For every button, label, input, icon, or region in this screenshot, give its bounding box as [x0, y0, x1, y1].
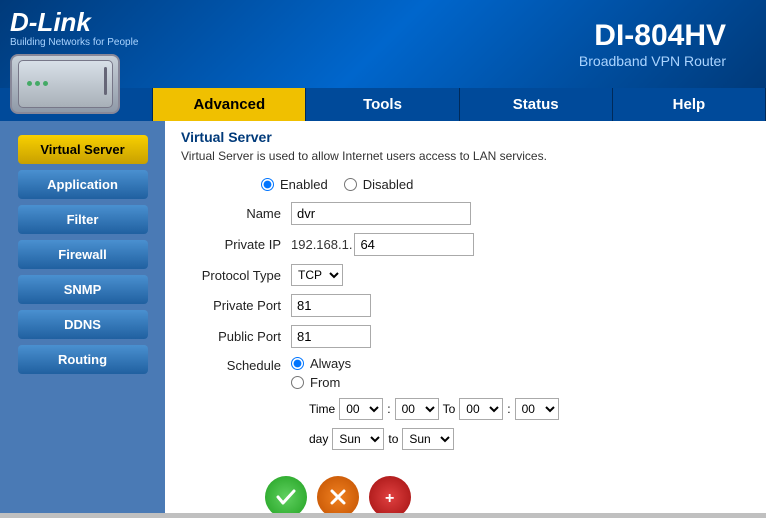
- time-section: Time 0001061218 : 00153045 To 0001061218…: [291, 398, 559, 420]
- sidebar-item-snmp[interactable]: SNMP: [18, 275, 148, 304]
- enabled-radio[interactable]: [261, 178, 274, 191]
- time-min-start[interactable]: 00153045: [395, 398, 439, 420]
- nav-tab-help[interactable]: Help: [613, 88, 766, 121]
- private-port-input[interactable]: 81: [291, 294, 371, 317]
- section-desc: Virtual Server is used to allow Internet…: [165, 147, 766, 173]
- day-label: day: [309, 432, 328, 446]
- nav-tab-tools[interactable]: Tools: [306, 88, 459, 121]
- schedule-options: Always From Time 0001061218 :: [291, 356, 559, 450]
- always-radio[interactable]: [291, 357, 304, 370]
- product-model: DI-804HV: [579, 19, 726, 53]
- help-button[interactable]: + Help: [369, 476, 411, 513]
- always-option[interactable]: Always: [291, 356, 559, 371]
- apply-icon[interactable]: [265, 476, 307, 513]
- help-icon[interactable]: +: [369, 476, 411, 513]
- disabled-radio[interactable]: [344, 178, 357, 191]
- brand-tagline: Building Networks for People: [10, 37, 138, 48]
- from-label: From: [310, 375, 340, 390]
- protocol-label: Protocol Type: [181, 268, 291, 283]
- time-hour-start[interactable]: 0001061218: [339, 398, 383, 420]
- day-start[interactable]: SunMonTueWedThuFriSat: [332, 428, 384, 450]
- sidebar-item-routing[interactable]: Routing: [18, 345, 148, 374]
- nav-tab-advanced[interactable]: Advanced: [153, 88, 306, 121]
- disabled-option[interactable]: Disabled: [344, 177, 414, 192]
- day-end[interactable]: SunMonTueWedThuFriSat: [402, 428, 454, 450]
- public-port-label: Public Port: [181, 329, 291, 344]
- private-ip-label: Private IP: [181, 237, 291, 252]
- time-label: Time: [309, 402, 335, 416]
- product-title: DI-804HV Broadband VPN Router: [579, 19, 726, 69]
- main-layout: Virtual Server Application Filter Firewa…: [0, 121, 766, 513]
- always-label: Always: [310, 356, 351, 371]
- to-label: To: [443, 402, 456, 416]
- form-area: Enabled Disabled Name dvr Private IP 192…: [165, 173, 766, 466]
- apply-button[interactable]: Apply: [265, 476, 307, 513]
- time-hour-end[interactable]: 0001061218: [459, 398, 503, 420]
- name-row: Name dvr: [181, 202, 750, 225]
- brand-name: D-Link: [10, 8, 138, 37]
- nav-tab-status[interactable]: Status: [460, 88, 613, 121]
- cancel-button[interactable]: Cancel: [317, 476, 359, 513]
- router-image: [10, 54, 120, 114]
- section-title: Virtual Server: [165, 121, 766, 147]
- protocol-select[interactable]: TCP UDP Both: [291, 264, 343, 286]
- sidebar-item-ddns[interactable]: DDNS: [18, 310, 148, 339]
- private-ip-row: Private IP 192.168.1. 64: [181, 233, 750, 256]
- ip-prefix: 192.168.1.: [291, 237, 352, 252]
- header: D-Link Building Networks for People DI-8…: [0, 0, 766, 88]
- private-port-label: Private Port: [181, 298, 291, 313]
- name-label: Name: [181, 206, 291, 221]
- schedule-label: Schedule: [181, 356, 291, 373]
- sidebar-item-application[interactable]: Application: [18, 170, 148, 199]
- action-row: Apply Cancel + Help: [165, 466, 766, 513]
- enabled-option[interactable]: Enabled: [261, 177, 328, 192]
- sidebar-item-firewall[interactable]: Firewall: [18, 240, 148, 269]
- svg-text:+: +: [385, 490, 394, 507]
- private-port-row: Private Port 81: [181, 294, 750, 317]
- sidebar: Virtual Server Application Filter Firewa…: [0, 121, 165, 513]
- logo-area: D-Link Building Networks for People: [10, 8, 138, 114]
- public-port-input[interactable]: 81: [291, 325, 371, 348]
- cancel-icon[interactable]: [317, 476, 359, 513]
- name-input[interactable]: dvr: [291, 202, 471, 225]
- ip-row: 192.168.1. 64: [291, 233, 474, 256]
- to-day-label: to: [388, 432, 398, 446]
- from-radio[interactable]: [291, 376, 304, 389]
- product-subtitle: Broadband VPN Router: [579, 53, 726, 69]
- enabled-disabled-row: Enabled Disabled: [181, 177, 750, 192]
- public-port-row: Public Port 81: [181, 325, 750, 348]
- day-section: day SunMonTueWedThuFriSat to SunMonTueWe…: [291, 428, 559, 450]
- private-ip-suffix-input[interactable]: 64: [354, 233, 474, 256]
- sidebar-item-virtual-server[interactable]: Virtual Server: [18, 135, 148, 164]
- time-min-end[interactable]: 00153045: [515, 398, 559, 420]
- sidebar-item-filter[interactable]: Filter: [18, 205, 148, 234]
- schedule-row: Schedule Always From Time 0001061218: [181, 356, 750, 450]
- protocol-row: Protocol Type TCP UDP Both: [181, 264, 750, 286]
- from-option[interactable]: From: [291, 375, 559, 390]
- content-area: Virtual Server Virtual Server is used to…: [165, 121, 766, 513]
